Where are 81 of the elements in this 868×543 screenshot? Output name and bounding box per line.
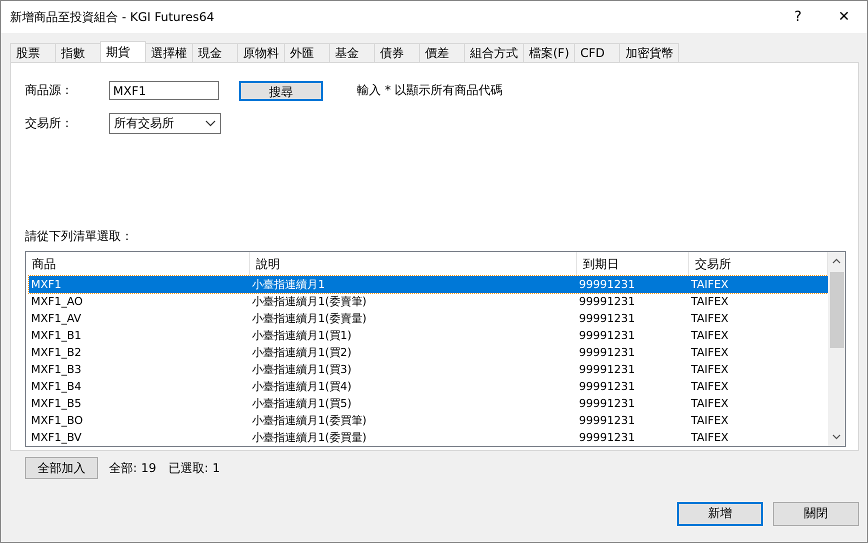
table-cell-text: MXF1_B4 (30, 379, 82, 395)
table-cell-text: 小臺指連續月1 (251, 277, 326, 293)
table-cell-text: TAIFEX (690, 379, 730, 395)
tab[interactable]: 股票 (10, 43, 56, 62)
table-cell-text: 99991231 (578, 430, 636, 446)
table-cell-text: MXF1_B2 (30, 345, 82, 361)
table-cell-text: TAIFEX (690, 345, 730, 361)
table-cell-text: 小臺指連續月1(委賣筆) (251, 294, 368, 310)
table-row[interactable]: MXF1_B4 小臺指連續月1(買4) 99991231 TAIFEX (29, 378, 828, 395)
exchange-label: 交易所： (25, 115, 74, 132)
close-button[interactable]: ✕ (821, 1, 867, 33)
table-cell-text: 99991231 (578, 277, 636, 293)
total-label: 全部: (109, 460, 138, 476)
table-cell-text: 99991231 (578, 294, 636, 310)
tab[interactable]: 檔案(F) (523, 43, 576, 62)
tab[interactable]: 價差 (419, 43, 465, 62)
chevron-down-icon (205, 120, 216, 127)
table-cell-text: 99991231 (578, 379, 636, 395)
tab[interactable]: 組合方式 (464, 43, 524, 62)
table-cell-text: 99991231 (578, 413, 636, 429)
table-cell-text: TAIFEX (690, 430, 730, 446)
help-button[interactable]: ? (775, 1, 821, 33)
tab[interactable]: 債券 (374, 43, 420, 62)
table-row[interactable]: MXF1 小臺指連續月1 99991231 TAIFEX (29, 276, 828, 293)
total-count: 19 (141, 461, 156, 475)
tab[interactable]: 選擇權 (145, 43, 193, 62)
table-cell-text: TAIFEX (690, 294, 730, 310)
selected-label: 已選取: (168, 460, 208, 476)
table-cell-text: 小臺指連續月1(買4) (251, 379, 353, 395)
table-cell-text: TAIFEX (690, 328, 730, 344)
source-label: 商品源： (25, 82, 74, 99)
table-cell-text: 99991231 (578, 396, 636, 412)
table-cell-text: MXF1_AV (30, 311, 82, 327)
table-cell-text: MXF1_BO (30, 413, 84, 429)
table-cell-text: 小臺指連續月1(委買筆) (251, 413, 368, 429)
scroll-up-icon[interactable] (832, 258, 841, 264)
hint-text: 輸入 * 以顯示所有商品代碼 (357, 82, 503, 99)
table-row[interactable]: MXF1_B5 小臺指連續月1(買5) 99991231 TAIFEX (29, 395, 828, 412)
table-cell-text: TAIFEX (690, 413, 730, 429)
selected-count: 1 (212, 461, 220, 475)
table-cell-text: TAIFEX (690, 396, 730, 412)
table-row[interactable]: MXF1_B3 小臺指連續月1(買3) 99991231 TAIFEX (29, 361, 828, 378)
exchange-dropdown[interactable]: 所有交易所 (109, 113, 221, 134)
table-row[interactable]: MXF1_AV 小臺指連續月1(委賣量) 99991231 TAIFEX (29, 310, 828, 327)
dialog-button[interactable]: 新增 (677, 502, 763, 526)
table-cell-text: 小臺指連續月1(買1) (251, 328, 353, 344)
tab[interactable]: 期貨 (100, 41, 146, 62)
table-cell-text: 99991231 (578, 328, 636, 344)
table-cell-text: MXF1_BV (30, 430, 83, 446)
table-cell-text: TAIFEX (690, 311, 730, 327)
table-cell-text: 99991231 (578, 345, 636, 361)
table-row[interactable]: MXF1_B2 小臺指連續月1(買2) 99991231 TAIFEX (29, 344, 828, 361)
table-cell-text: 99991231 (578, 311, 636, 327)
tab[interactable]: 原物料 (237, 43, 285, 62)
table-cell-text: MXF1_B3 (30, 362, 82, 378)
window-title: 新增商品至投資組合 - KGI Futures64 (10, 8, 216, 26)
table-cell-text: MXF1_B1 (30, 328, 82, 344)
add-all-button[interactable]: 全部加入 (25, 457, 98, 479)
table-cell-text: TAIFEX (690, 277, 730, 293)
table-cell-text: MXF1 (30, 277, 62, 293)
table-cell-text: 小臺指連續月1(買5) (251, 396, 353, 412)
table-cell-text: 小臺指連續月1(委買量) (251, 430, 368, 446)
scroll-down-icon[interactable] (832, 434, 841, 440)
table-row[interactable]: MXF1_AO 小臺指連續月1(委賣筆) 99991231 TAIFEX (29, 293, 828, 310)
source-field[interactable]: MXF1 (109, 81, 219, 100)
tab[interactable]: 指數 (55, 43, 101, 62)
table-cell-text: 小臺指連續月1(買2) (251, 345, 353, 361)
table-cell-text: MXF1_B5 (30, 396, 82, 412)
table-row[interactable]: MXF1_BO 小臺指連續月1(委買筆) 99991231 TAIFEX (29, 412, 828, 429)
scrollbar[interactable] (828, 252, 845, 446)
list-label: 請從下列清單選取： (25, 228, 134, 244)
table-cell-text: 99991231 (578, 362, 636, 378)
search-button[interactable]: 搜尋 (239, 80, 323, 100)
table-row[interactable]: MXF1_B1 小臺指連續月1(買1) 99991231 TAIFEX (29, 327, 828, 344)
table-cell-text: 小臺指連續月1(委賣量) (251, 311, 368, 327)
tab[interactable]: 加密貨幣 (619, 43, 680, 62)
table-cell-text: MXF1_AO (30, 294, 84, 310)
table-cell-text: 小臺指連續月1(買3) (251, 362, 353, 378)
table-row[interactable]: MXF1_BV 小臺指連續月1(委買量) 99991231 TAIFEX (29, 429, 828, 446)
table-cell-text: TAIFEX (690, 362, 730, 378)
dialog-button[interactable]: 關閉 (773, 502, 859, 526)
